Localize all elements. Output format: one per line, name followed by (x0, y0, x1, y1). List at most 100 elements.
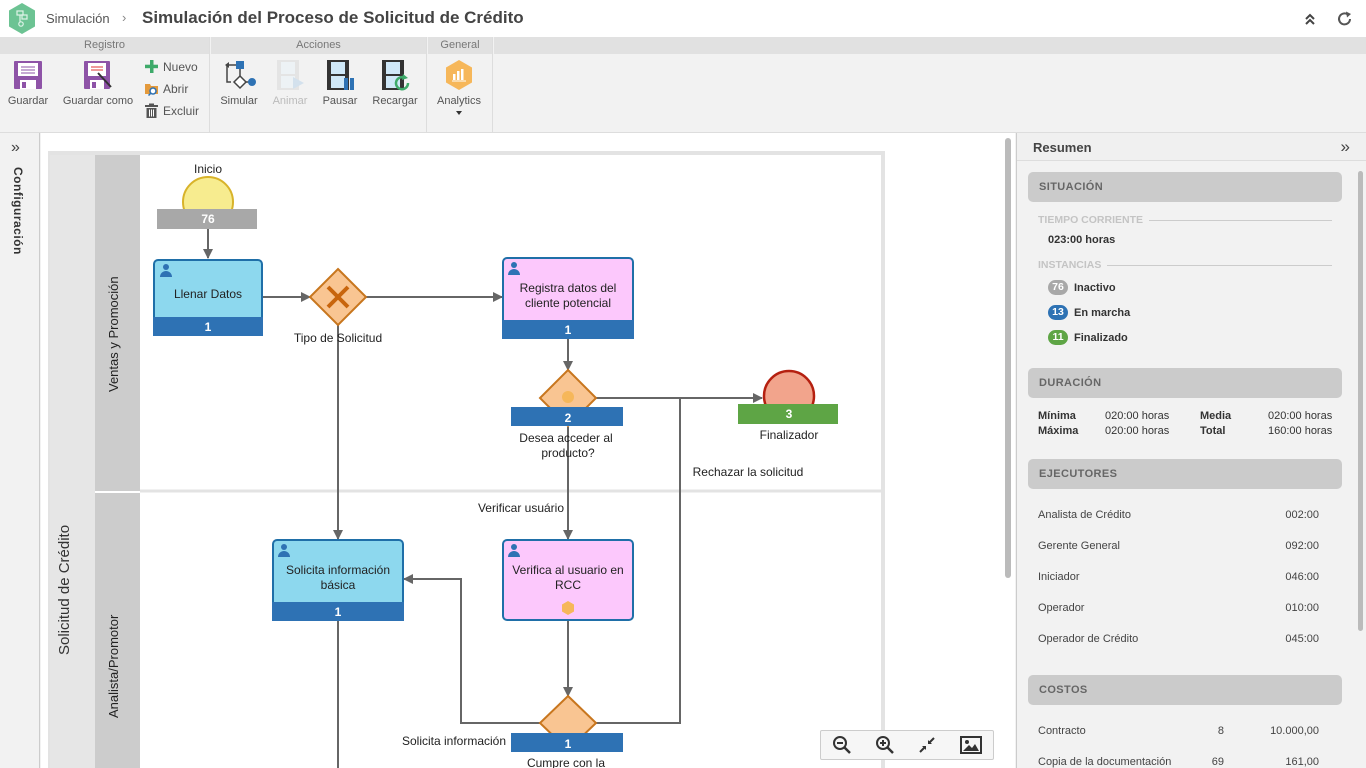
simulate-button[interactable]: Simular (218, 59, 260, 107)
breadcrumb-simulacion[interactable]: Simulación (46, 11, 110, 26)
save-as-label: Guardar como (62, 95, 134, 107)
ribbon-group-label: Registro (0, 37, 209, 54)
save-as-icon (84, 61, 112, 89)
instance-count-badge: 13 (1048, 305, 1068, 320)
diagram-canvas[interactable]: Solicitud de Crédito Ventas y Promoción … (41, 133, 1015, 768)
zoom-out-icon[interactable] (832, 735, 852, 755)
zoom-toolbar (820, 730, 994, 760)
simulate-icon (225, 61, 256, 90)
task-verifica-usuario[interactable]: Verifica al usuario en RCC (502, 539, 634, 621)
executor-name: Iniciador (1038, 571, 1080, 583)
flow-label-request-info: Solicita información (402, 734, 506, 748)
current-time-heading: TIEMPO CORRIENTE (1038, 214, 1332, 226)
executor-time: 002:00 (1285, 509, 1319, 521)
collapse-up-icon[interactable] (1301, 10, 1319, 28)
reload-button[interactable]: Recargar (370, 59, 420, 107)
executor-name: Operador (1038, 602, 1085, 614)
executor-time: 092:00 (1285, 540, 1319, 552)
pause-button[interactable]: Pausar (320, 59, 360, 107)
summary-scrollbar[interactable] (1358, 171, 1363, 631)
section-costos[interactable]: COSTOS (1028, 675, 1342, 705)
gateway-label: Desea acceder al (519, 431, 612, 445)
delete-label: Excluir (163, 103, 200, 118)
section-duracion[interactable]: DURACIÓN (1028, 368, 1342, 398)
save-button[interactable]: Guardar (7, 59, 49, 107)
pause-film-icon (327, 60, 354, 90)
executor-time: 010:00 (1285, 602, 1319, 614)
section-situacion[interactable]: SITUACIÓN (1028, 172, 1342, 202)
executor-row: Iniciador 046:00 (1038, 571, 1334, 583)
end-event-label: Finalizador (760, 428, 819, 442)
canvas-scrollbar[interactable] (1005, 138, 1011, 578)
summary-panel: Resumen » SITUACIÓN TIEMPO CORRIENTE 023… (1016, 133, 1366, 768)
instance-status-label: Inactivo (1074, 281, 1116, 294)
cost-value: 161,00 (1285, 756, 1319, 768)
pool (48, 151, 885, 768)
executor-name: Gerente General (1038, 540, 1120, 552)
open-button[interactable]: Abrir (144, 81, 188, 96)
ribbon-toolbar: Registro Acciones General Guardar Guarda… (0, 37, 1366, 133)
task-label: cliente potencial (525, 296, 611, 310)
task-label: Registra datos del (520, 281, 617, 295)
task-label: Llenar Datos (174, 287, 242, 301)
configuration-label[interactable]: Configuración (11, 167, 25, 255)
page-title: Simulación del Proceso de Solicitud de C… (142, 8, 524, 27)
task-label: RCC (555, 578, 581, 592)
executor-name: Analista de Crédito (1038, 509, 1131, 521)
title-bar: Simulación › Simulación del Proceso de S… (0, 0, 1366, 37)
collapse-summary-icon[interactable]: » (1341, 137, 1350, 157)
pool-header (50, 155, 95, 768)
pause-label: Pausar (322, 95, 358, 107)
analytics-dropdown-icon[interactable] (456, 111, 462, 115)
refresh-icon[interactable] (1336, 10, 1354, 28)
pool-label: Solicitud de Crédito (56, 525, 73, 655)
instance-status-label: En marcha (1074, 306, 1131, 319)
duration-avg-label: Media (1200, 410, 1232, 422)
cost-row: Contracto 8 10.000,00 (1038, 725, 1334, 737)
duration-total-label: Total (1200, 425, 1226, 437)
gateway-count: 2 (565, 411, 572, 425)
new-button[interactable]: Nuevo (144, 59, 198, 74)
reload-label: Recargar (372, 95, 418, 107)
executor-time: 045:00 (1285, 633, 1319, 645)
instance-finished: 11 Finalizado (1048, 330, 1128, 345)
end-count: 3 (786, 407, 793, 421)
fit-to-screen-icon[interactable] (917, 735, 937, 755)
zoom-in-icon[interactable] (875, 735, 895, 755)
reload-film-icon (382, 60, 410, 91)
task-registra-datos[interactable]: Registra datos del cliente potencial 1 (502, 257, 634, 339)
cost-name: Copia de la documentación (1038, 756, 1172, 768)
duration-total-value: 160:00 horas (1268, 425, 1333, 437)
gateway-label: Cumpre con la (527, 756, 605, 768)
animate-label: Animar (272, 95, 308, 107)
task-count: 1 (335, 605, 342, 619)
expand-configuration-icon[interactable]: » (11, 139, 20, 157)
instance-count-badge: 76 (1048, 280, 1068, 295)
duration-avg-value: 020:00 horas (1268, 410, 1333, 422)
animate-button[interactable]: Animar (270, 59, 310, 107)
instances-heading: INSTANCIAS (1038, 259, 1332, 271)
cost-name: Contracto (1038, 725, 1086, 737)
gateway-label: producto? (541, 446, 595, 460)
section-ejecutores[interactable]: EJECUTORES (1028, 459, 1342, 489)
summary-header: Resumen » (1017, 133, 1366, 161)
instance-inactive: 76 Inactivo (1048, 280, 1116, 295)
export-image-icon[interactable] (959, 736, 982, 754)
open-folder-icon (145, 84, 158, 96)
duration-min-label: Mínima (1038, 410, 1076, 422)
save-as-button[interactable]: Guardar como (62, 59, 134, 107)
executor-row: Gerente General 092:00 (1038, 540, 1334, 552)
task-label: Verifica al usuario en (512, 563, 623, 577)
task-llenar-datos[interactable]: Llenar Datos 1 (153, 259, 263, 336)
instance-status-label: Finalizado (1074, 331, 1128, 344)
task-solicita-informacion[interactable]: Solicita información básica 1 (272, 539, 404, 621)
ribbon-group-label: General (428, 37, 492, 54)
flow-label-verify: Verificar usuário (478, 501, 564, 515)
instance-running: 13 En marcha (1048, 305, 1130, 320)
executor-time: 046:00 (1285, 571, 1319, 583)
new-label: Nuevo (163, 59, 198, 74)
analytics-button[interactable]: Analytics (434, 59, 484, 115)
trash-icon (145, 103, 158, 118)
gateway-count: 1 (565, 737, 572, 751)
delete-button[interactable]: Excluir (144, 103, 199, 118)
